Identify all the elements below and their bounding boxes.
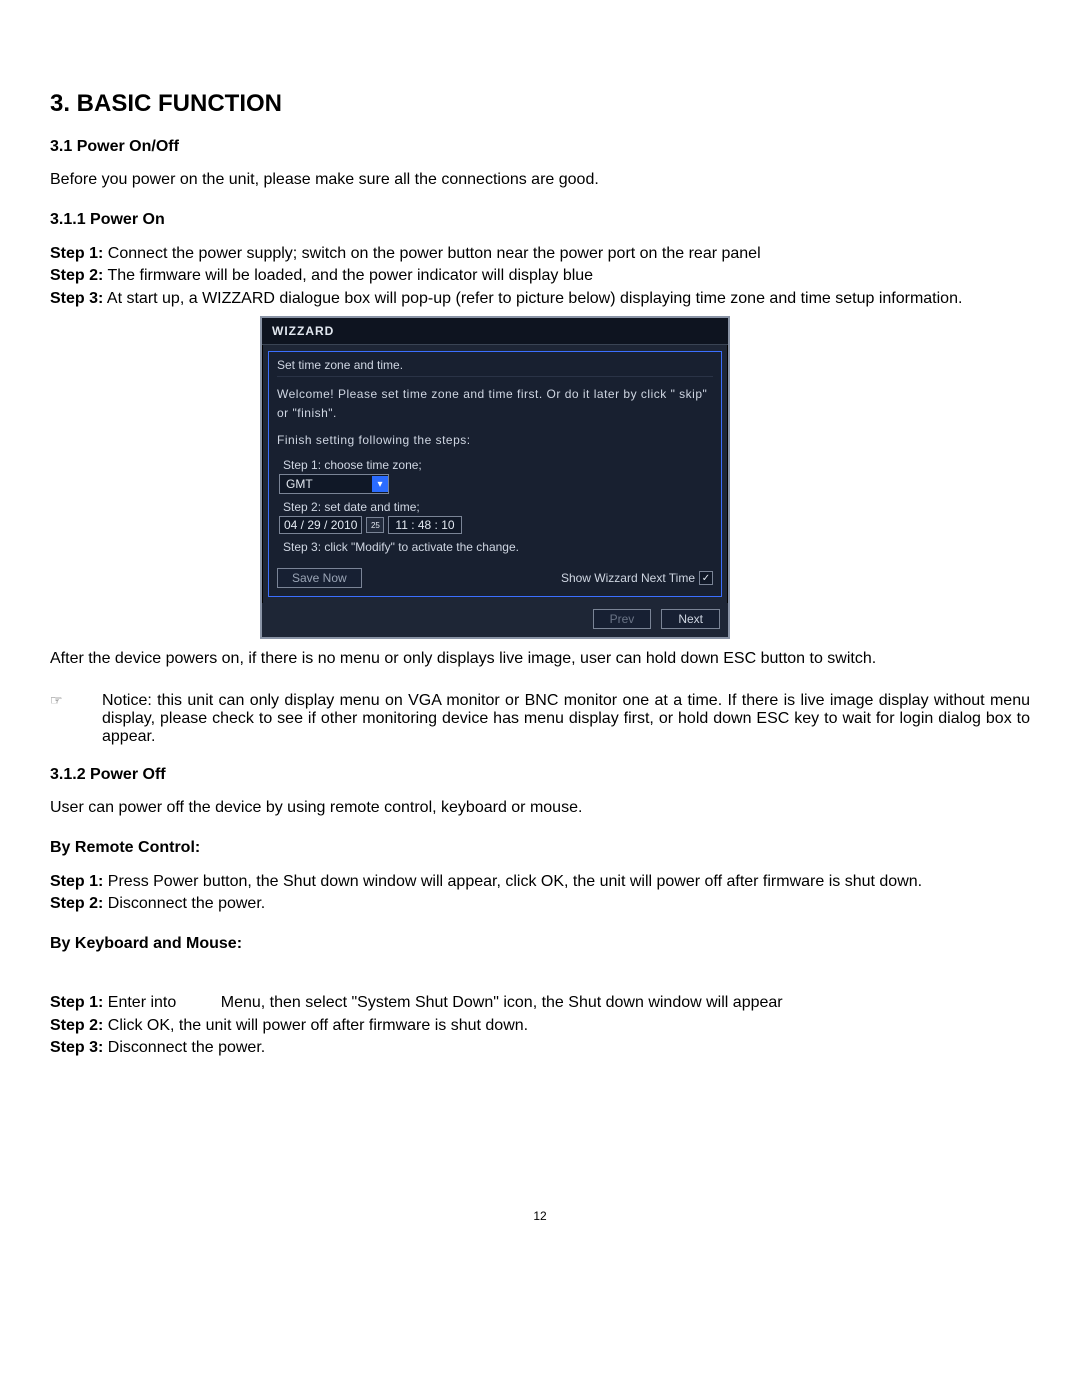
prev-button[interactable]: Prev xyxy=(593,609,652,629)
timezone-value: GMT xyxy=(286,477,313,491)
power-off-intro: User can power off the device by using r… xyxy=(50,798,1030,819)
step-label: Step 3: xyxy=(50,290,103,307)
power-on-step3: Step 3: At start up, a WIZZARD dialogue … xyxy=(50,288,1030,310)
step-text: Disconnect the power. xyxy=(103,1039,265,1056)
after-power-on: After the device powers on, if there is … xyxy=(50,649,1030,670)
wizzard-welcome: Welcome! Please set time zone and time f… xyxy=(277,385,713,423)
step-label: Step 2: xyxy=(50,895,103,912)
wizzard-step3-label: Step 3: click "Modify" to activate the c… xyxy=(283,540,713,554)
step-label: Step 1: xyxy=(50,245,103,262)
intro-text: Before you power on the unit, please mak… xyxy=(50,170,1030,191)
step-label: Step 2: xyxy=(50,267,103,284)
step-text: Connect the power supply; switch on the … xyxy=(103,245,760,262)
wizzard-step2-label: Step 2: set date and time; xyxy=(283,500,713,514)
hand-icon: ☞ xyxy=(50,692,102,709)
wizzard-subtitle: Set time zone and time. xyxy=(277,358,713,377)
save-now-button[interactable]: Save Now xyxy=(277,568,362,588)
next-button[interactable]: Next xyxy=(661,609,720,629)
by-remote-control: By Remote Control: xyxy=(50,839,1030,857)
km-step2: Step 2: Click OK, the unit will power of… xyxy=(50,1015,1030,1037)
show-next-checkbox[interactable]: ✓ xyxy=(699,571,713,585)
step-label: Step 1: xyxy=(50,873,103,890)
km-step1: Step 1: Enter into Menu, then select "Sy… xyxy=(50,992,1030,1014)
wizzard-dialog: WIZZARD Set time zone and time. Welcome!… xyxy=(260,316,730,640)
section-3-1-2: 3.1.2 Power Off xyxy=(50,766,1030,784)
step-text: At start up, a WIZZARD dialogue box will… xyxy=(103,290,962,307)
date-input[interactable]: 04 / 29 / 2010 xyxy=(279,516,362,534)
wizzard-follow: Finish setting following the steps: xyxy=(277,431,713,450)
step-label: Step 3: xyxy=(50,1039,103,1056)
step-text: Click OK, the unit will power off after … xyxy=(103,1017,528,1034)
step-text: Enter into xyxy=(103,994,176,1011)
time-input[interactable]: 11 : 48 : 10 xyxy=(388,516,461,534)
rc-step2: Step 2: Disconnect the power. xyxy=(50,893,1030,915)
show-next-label: Show Wizzard Next Time xyxy=(561,571,695,585)
step-label: Step 1: xyxy=(50,994,103,1011)
power-on-step1: Step 1: Connect the power supply; switch… xyxy=(50,243,1030,265)
page-number: 12 xyxy=(50,1209,1030,1223)
by-keyboard-mouse: By Keyboard and Mouse: xyxy=(50,935,1030,953)
main-heading: 3. BASIC FUNCTION xyxy=(50,90,1030,118)
calendar-icon[interactable]: 25 xyxy=(366,517,384,533)
step-text: The firmware will be loaded, and the pow… xyxy=(103,267,593,284)
step-text: Disconnect the power. xyxy=(103,895,265,912)
timezone-select[interactable]: GMT ▾ xyxy=(279,474,389,494)
section-3-1: 3.1 Power On/Off xyxy=(50,138,1030,156)
step-label: Step 2: xyxy=(50,1017,103,1034)
step-text: Menu, then select "System Shut Down" ico… xyxy=(221,994,783,1011)
rc-step1: Step 1: Press Power button, the Shut dow… xyxy=(50,871,1030,893)
wizzard-step1-label: Step 1: choose time zone; xyxy=(283,458,713,472)
wizzard-title: WIZZARD xyxy=(262,318,728,345)
power-on-step2: Step 2: The firmware will be loaded, and… xyxy=(50,265,1030,287)
notice-text: Notice: this unit can only display menu … xyxy=(102,692,1030,746)
km-step3: Step 3: Disconnect the power. xyxy=(50,1037,1030,1059)
section-3-1-1: 3.1.1 Power On xyxy=(50,211,1030,229)
step-text: Press Power button, the Shut down window… xyxy=(103,873,922,890)
chevron-down-icon[interactable]: ▾ xyxy=(372,476,388,492)
